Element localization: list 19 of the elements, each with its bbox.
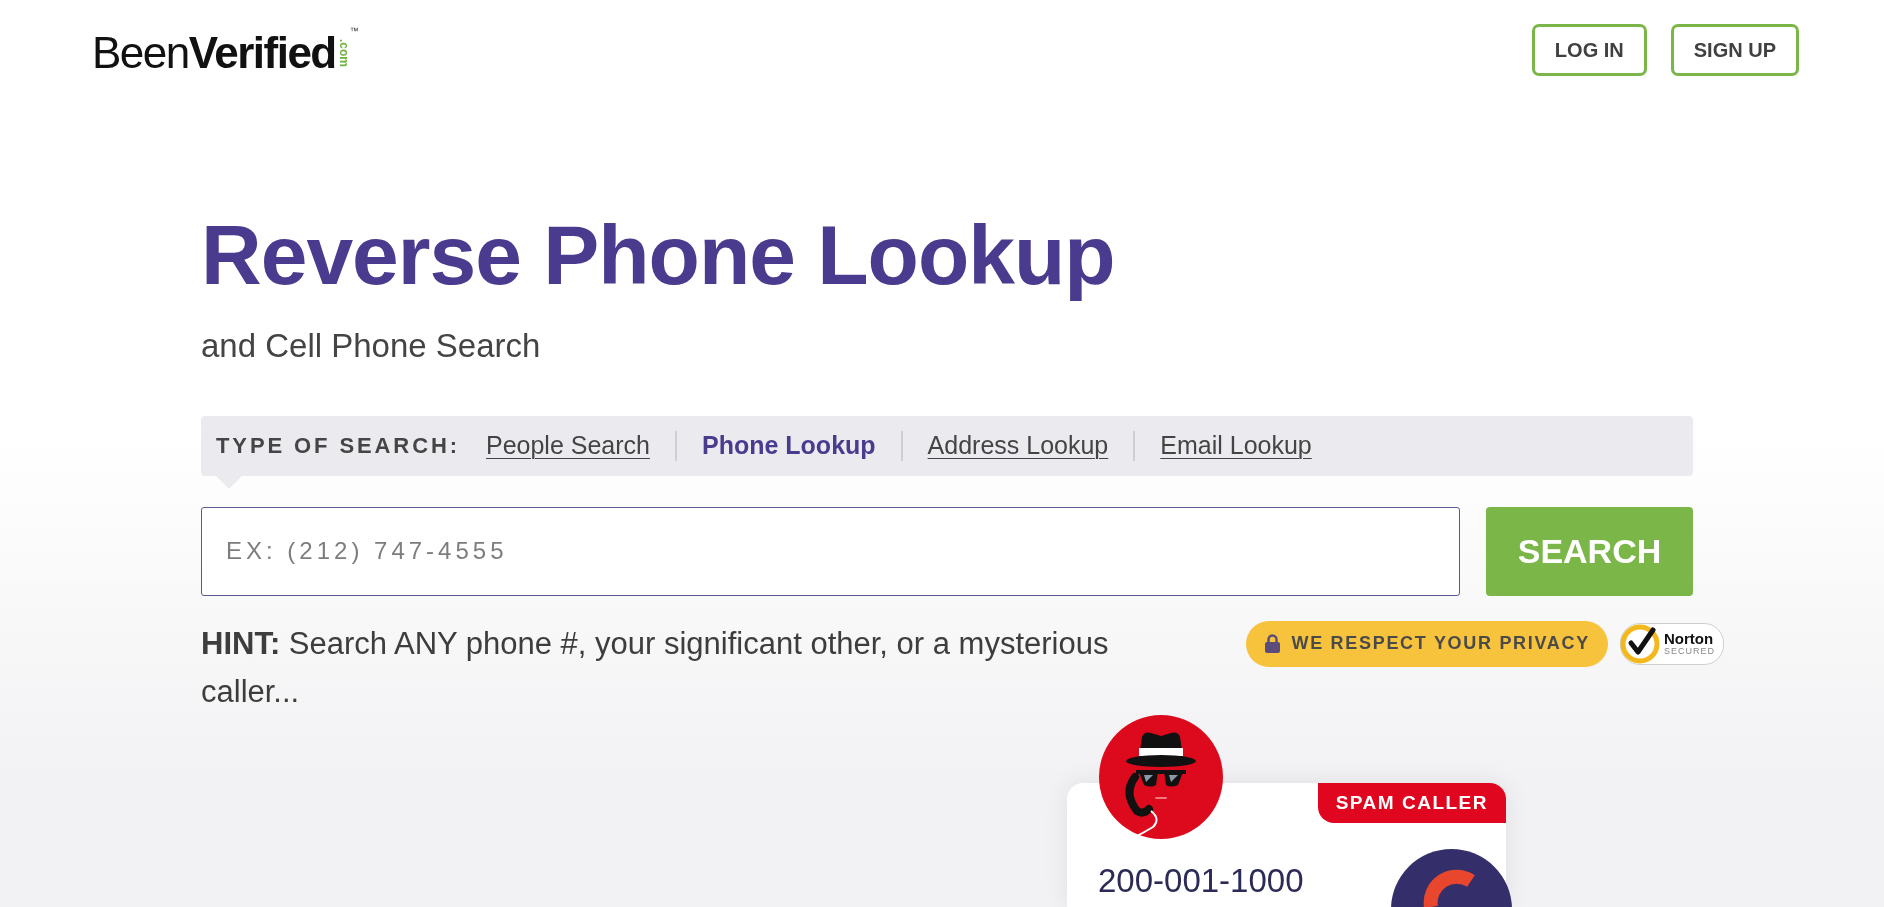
hint-text: HINT: Search ANY phone #, your significant other, or a mysterious caller... — [201, 624, 1110, 711]
lock-icon — [1264, 634, 1280, 654]
search-type-tab[interactable]: Email Lookup — [1160, 431, 1312, 461]
logo-domain: .com — [337, 39, 350, 67]
search-type-label: TYPE OF SEARCH: — [216, 432, 460, 459]
signup-button[interactable]: SIGN UP — [1670, 24, 1799, 76]
spam-caller-tag: SPAM CALLER — [1317, 782, 1506, 823]
trademark-sign: ™ — [349, 27, 359, 36]
privacy-text: WE RESPECT YOUR PRIVACY — [1291, 633, 1590, 655]
search-type-tab[interactable]: People Search — [485, 431, 650, 461]
logo-wordmark: BeenVerified — [92, 31, 336, 75]
login-button[interactable]: LOG IN — [1531, 24, 1647, 76]
page-subtitle: and Cell Phone Search — [201, 326, 542, 366]
norton-status: SECURED — [1664, 647, 1715, 657]
search-type-tab[interactable]: Phone Lookup — [702, 431, 876, 461]
search-type-tab[interactable]: Address Lookup — [927, 431, 1109, 461]
norton-name: Norton — [1664, 631, 1714, 647]
phone-input-field[interactable]: EX: (212) 747-4555 — [201, 506, 1460, 596]
phone-number: 200-001-1000 — [1098, 861, 1304, 900]
